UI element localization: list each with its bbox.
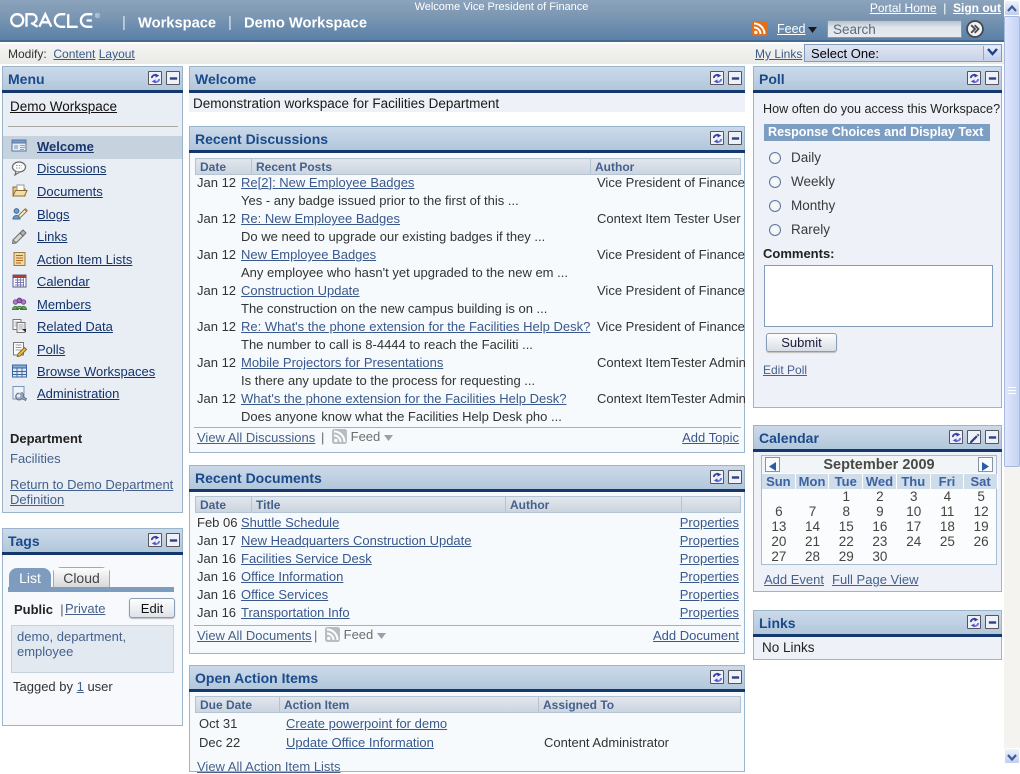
svg-text:®: ®: [95, 12, 100, 20]
svg-text:|: |: [228, 14, 232, 31]
svg-text:Workspace: Workspace: [138, 16, 216, 32]
svg-text:|: |: [122, 14, 126, 31]
svg-text:Demo Workspace: Demo Workspace: [244, 16, 367, 32]
